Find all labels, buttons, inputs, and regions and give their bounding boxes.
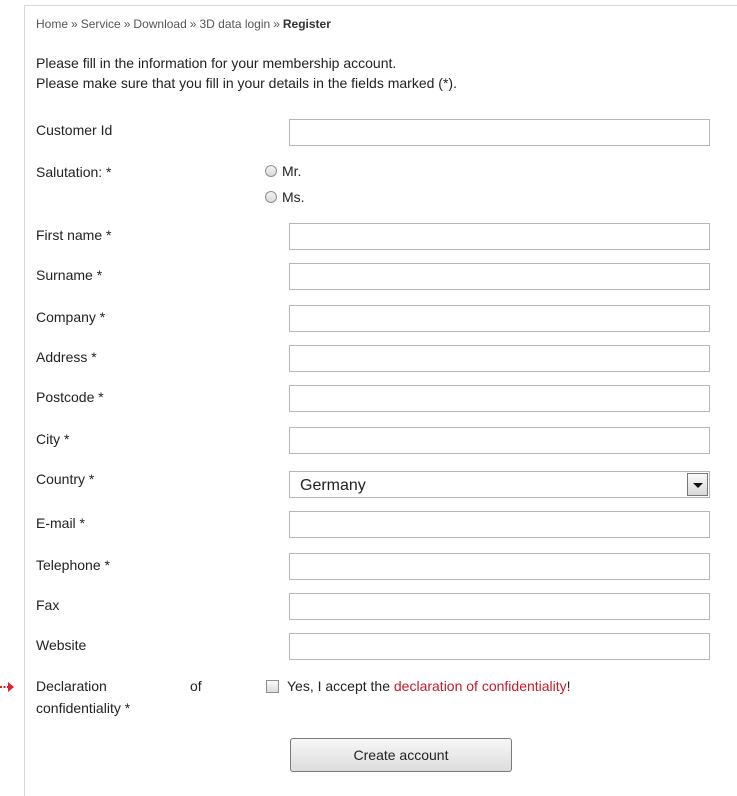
salutation-mr-label: Mr. [282,163,302,179]
declaration-accept-text: Yes, I accept the declaration of confide… [287,678,571,694]
create-account-button[interactable]: Create account [290,738,512,772]
fax-input[interactable] [289,593,710,620]
breadcrumb-service[interactable]: Service [81,17,121,31]
salutation-ms-label: Ms. [282,189,305,205]
company-input[interactable] [289,305,710,332]
postcode-input[interactable] [289,385,710,412]
declaration-label-word-2: of [190,678,202,694]
intro-line-2: Please make sure that you fill in your d… [36,75,457,91]
website-label: Website [36,637,87,653]
address-label: Address * [36,349,97,365]
salutation-label: Salutation: * [36,164,112,180]
website-input[interactable] [289,633,710,660]
city-input[interactable] [289,427,710,454]
breadcrumb-3d-data-login[interactable]: 3D data login [199,17,270,31]
breadcrumb: Home» Service» Download» 3D data login» Regi… [36,17,331,31]
declaration-label-word-1: Declaration [36,678,107,694]
breadcrumb-separator: » [189,17,197,31]
salutation-option-mr[interactable]: Mr. [265,163,301,179]
intro-line-1: Please fill in the information for your … [36,55,397,71]
country-select[interactable]: Germany [289,471,710,498]
first-name-input[interactable] [289,223,710,250]
customer-id-input[interactable] [289,119,710,146]
radio-mr[interactable] [265,165,277,177]
surname-label: Surname * [36,267,103,283]
declaration-label-line-2: confidentiality * [36,700,131,716]
company-label: Company * [36,309,106,325]
accept-text-before: Yes, I accept the [287,678,394,694]
postcode-label: Postcode * [36,389,104,405]
breadcrumb-separator: » [71,17,78,31]
country-label: Country * [36,471,95,487]
customer-id-label: Customer Id [36,122,113,138]
first-name-label: First name * [36,227,112,243]
address-input[interactable] [289,345,710,372]
radio-ms[interactable] [265,191,277,203]
breadcrumb-current: Register [282,17,331,31]
country-selected-value: Germany [300,477,366,494]
telephone-input[interactable] [289,553,710,580]
email-input[interactable] [289,511,710,538]
breadcrumb-separator: » [273,17,280,31]
pointer-arrow-icon [0,682,14,692]
accept-text-after: ! [566,678,571,694]
declaration-checkbox[interactable] [266,680,279,693]
telephone-label: Telephone * [36,557,110,573]
city-label: City * [36,431,70,447]
email-label: E-mail * [36,515,86,531]
surname-input[interactable] [289,263,710,290]
declaration-of-confidentiality-link[interactable]: declaration of confidentiality [394,678,567,694]
salutation-option-ms[interactable]: Ms. [265,189,305,205]
breadcrumb-home[interactable]: Home [36,17,68,31]
fax-label: Fax [36,597,60,613]
breadcrumb-download[interactable]: Download [133,17,186,31]
chevron-down-icon[interactable] [687,473,708,496]
breadcrumb-separator: » [123,17,131,31]
